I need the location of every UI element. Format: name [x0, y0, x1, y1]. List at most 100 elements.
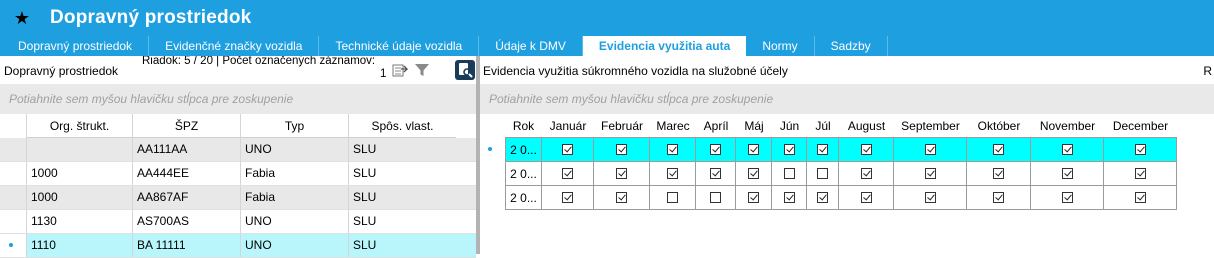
tab-dopravny-prostriedok[interactable]: Dopravný prostriedok	[0, 36, 150, 56]
month-checkbox[interactable]	[924, 144, 936, 155]
tab-technicke-udaje[interactable]: Technické údaje vozidla	[319, 36, 480, 56]
month-cell	[967, 138, 1031, 162]
tab-sadzby[interactable]: Sadzby	[815, 36, 888, 56]
month-cell	[696, 162, 736, 186]
month-cell	[594, 162, 650, 186]
month-checkbox[interactable]	[710, 192, 721, 203]
col-oktober[interactable]: Október	[967, 114, 1031, 138]
window-title: Dopravný prostriedok	[50, 7, 252, 28]
month-checkbox[interactable]	[783, 168, 795, 179]
usage-row[interactable]: 2 0...	[480, 162, 1177, 186]
export-icon[interactable]	[392, 62, 408, 78]
col-december[interactable]: December	[1104, 114, 1177, 138]
month-checkbox[interactable]	[1061, 192, 1073, 203]
month-checkbox[interactable]	[748, 192, 759, 203]
month-checkbox[interactable]	[860, 168, 872, 179]
month-checkbox[interactable]	[667, 192, 678, 203]
month-checkbox[interactable]	[1134, 144, 1146, 155]
month-checkbox[interactable]	[1134, 168, 1146, 179]
tab-udaje-dmv[interactable]: Údaje k DMV	[479, 36, 583, 56]
month-checkbox[interactable]	[1061, 144, 1073, 155]
month-checkbox[interactable]	[860, 192, 872, 203]
month-checkbox[interactable]	[993, 144, 1004, 155]
star-icon[interactable]: ★	[0, 0, 44, 36]
month-checkbox[interactable]	[817, 192, 828, 203]
left-pane-header: Dopravný prostriedok Riadok: 5 / 20 | Po…	[0, 56, 476, 84]
title-bar: ★ Dopravný prostriedok	[0, 0, 1214, 36]
col-jun[interactable]: Jún	[772, 114, 807, 138]
table-row[interactable]: 1000 AA444EE Fabia SLU	[0, 162, 476, 186]
month-checkbox[interactable]	[817, 168, 828, 179]
col-maj[interactable]: Máj	[736, 114, 772, 138]
col-april[interactable]: Apríl	[696, 114, 736, 138]
usage-grid: Rok Január Február Marec Apríl Máj Jún J…	[480, 114, 1177, 210]
month-checkbox[interactable]	[1134, 192, 1146, 203]
month-checkbox[interactable]	[562, 168, 573, 179]
col-rok[interactable]: Rok	[505, 114, 542, 138]
month-checkbox[interactable]	[783, 144, 795, 155]
month-checkbox[interactable]	[817, 144, 828, 155]
right-pane: Evidencia využitia súkromného vozidla na…	[480, 56, 1214, 254]
month-checkbox[interactable]	[1061, 168, 1073, 179]
month-checkbox[interactable]	[667, 144, 678, 155]
col-februar[interactable]: Február	[594, 114, 650, 138]
col-org-strukt[interactable]: Org. štrukt.	[26, 114, 132, 138]
col-typ[interactable]: Typ	[240, 114, 348, 138]
left-group-area[interactable]: Potiahnite sem myšou hlavičku stĺpca pre…	[0, 84, 476, 114]
rok-cell: 2 0...	[505, 162, 542, 186]
col-november[interactable]: November	[1031, 114, 1104, 138]
month-cell	[650, 138, 696, 162]
search-icon[interactable]	[455, 60, 475, 80]
col-september[interactable]: September	[894, 114, 967, 138]
month-checkbox[interactable]	[924, 192, 936, 203]
month-cell	[807, 162, 839, 186]
month-checkbox[interactable]	[562, 144, 573, 155]
col-august[interactable]: August	[839, 114, 894, 138]
filter-icon[interactable]	[414, 62, 430, 78]
month-cell	[542, 162, 594, 186]
table-row[interactable]: AA111AA UNO SLU	[0, 138, 476, 162]
month-checkbox[interactable]	[710, 168, 721, 179]
table-row-selected[interactable]: 1110 BA 11111 UNO SLU	[0, 234, 476, 258]
table-row[interactable]: 1000 AA867AF Fabia SLU	[0, 186, 476, 210]
month-cell	[807, 138, 839, 162]
month-cell	[772, 162, 807, 186]
selected-count: 1	[380, 68, 387, 80]
tab-evidencia-vyuzitia[interactable]: Evidencia využitia auta	[582, 36, 747, 56]
col-jul[interactable]: Júl	[807, 114, 839, 138]
month-checkbox[interactable]	[783, 192, 795, 203]
col-januar[interactable]: Január	[542, 114, 594, 138]
month-cell	[542, 138, 594, 162]
right-header-truncated: R	[1203, 64, 1212, 78]
month-checkbox[interactable]	[748, 168, 759, 179]
month-cell	[1104, 138, 1177, 162]
month-checkbox[interactable]	[748, 144, 759, 155]
month-cell	[650, 186, 696, 210]
month-checkbox[interactable]	[616, 144, 627, 155]
tab-bar: Dopravný prostriedok Evidenčné značky vo…	[0, 36, 1214, 56]
month-cell	[1104, 186, 1177, 210]
month-checkbox[interactable]	[860, 144, 872, 155]
col-spz[interactable]: ŠPZ	[132, 114, 240, 138]
vehicle-grid: Org. štrukt. ŠPZ Typ Spôs. vlast. AA111A…	[0, 114, 476, 258]
current-row-indicator	[9, 243, 13, 247]
month-cell	[594, 186, 650, 210]
month-cell	[736, 138, 772, 162]
tab-evidencne-znacky[interactable]: Evidenčné značky vozidla	[149, 36, 320, 56]
month-checkbox[interactable]	[667, 168, 678, 179]
month-checkbox[interactable]	[616, 168, 627, 179]
tab-normy[interactable]: Normy	[746, 36, 815, 56]
month-checkbox[interactable]	[993, 168, 1004, 179]
col-spos-vlast[interactable]: Spôs. vlast.	[348, 114, 456, 138]
table-row[interactable]: 1130 AS700AS UNO SLU	[0, 210, 476, 234]
month-cell	[772, 138, 807, 162]
month-checkbox[interactable]	[993, 192, 1004, 203]
month-checkbox[interactable]	[616, 192, 627, 203]
month-checkbox[interactable]	[924, 168, 936, 179]
right-group-area[interactable]: Potiahnite sem myšou hlavičku stĺpca pre…	[480, 84, 1214, 114]
col-marec[interactable]: Marec	[650, 114, 696, 138]
usage-row-selected[interactable]: 2 0...	[480, 138, 1177, 162]
month-checkbox[interactable]	[710, 144, 721, 155]
month-checkbox[interactable]	[562, 192, 573, 203]
usage-row[interactable]: 2 0...	[480, 186, 1177, 210]
